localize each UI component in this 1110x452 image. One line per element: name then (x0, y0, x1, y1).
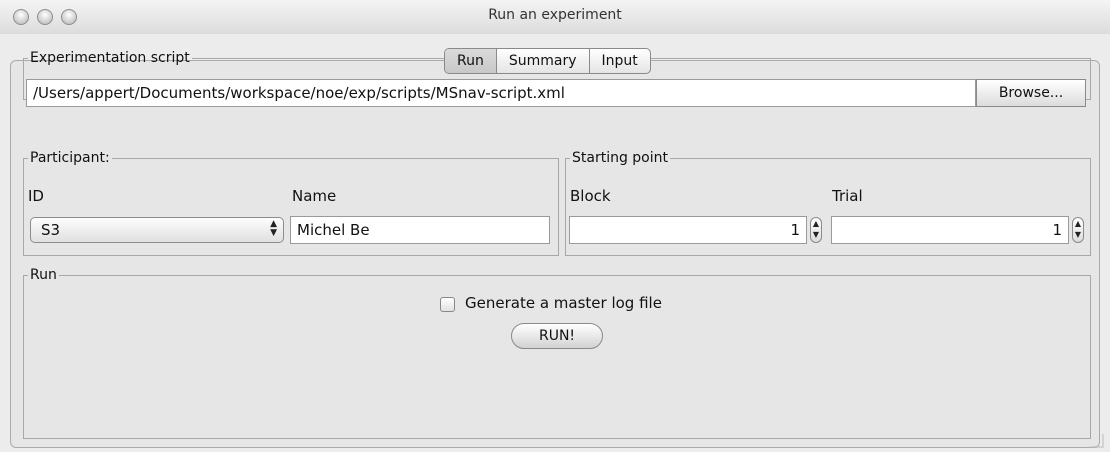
trial-field[interactable]: 1 (831, 216, 1069, 244)
tab-run[interactable]: Run (445, 49, 497, 73)
title-bar: Run an experiment (0, 0, 1110, 35)
block-field[interactable]: 1 (569, 216, 807, 244)
content-area: Run Summary Input Experimentation script… (0, 34, 1110, 452)
tab-summary[interactable]: Summary (497, 49, 590, 73)
tab-bar: Run Summary Input (444, 48, 651, 74)
starting-point-legend: Starting point (572, 150, 669, 166)
script-group-legend: Experimentation script (30, 50, 190, 66)
trial-label: Trial (832, 187, 863, 205)
participant-name-field[interactable]: Michel Be (290, 216, 550, 244)
block-label: Block (570, 187, 611, 205)
run-button[interactable]: RUN! (511, 323, 603, 349)
run-group: Run (23, 267, 1091, 439)
name-label: Name (292, 187, 337, 205)
master-log-label: Generate a master log file (465, 294, 662, 312)
tab-input[interactable]: Input (590, 49, 650, 73)
run-group-legend: Run (30, 267, 57, 283)
participant-id-value: S3 (41, 221, 61, 239)
participant-group-legend: Participant: (30, 150, 110, 166)
window-title: Run an experiment (488, 7, 622, 23)
master-log-checkbox[interactable] (440, 297, 455, 312)
app-window: Run an experiment Run Summary Input Expe… (0, 0, 1110, 452)
browse-button[interactable]: Browse... (976, 79, 1086, 107)
participant-id-select[interactable]: S3 ▲ ▼ (30, 217, 284, 243)
trial-stepper-icon[interactable]: ▲ ▼ (1072, 217, 1084, 243)
script-path-field[interactable]: /Users/appert/Documents/workspace/noe/ex… (26, 79, 976, 107)
block-stepper-icon[interactable]: ▲ ▼ (810, 217, 822, 243)
resize-grip-icon[interactable] (1090, 434, 1104, 448)
id-label: ID (28, 187, 44, 205)
chevron-updown-icon: ▲ ▼ (270, 219, 277, 238)
